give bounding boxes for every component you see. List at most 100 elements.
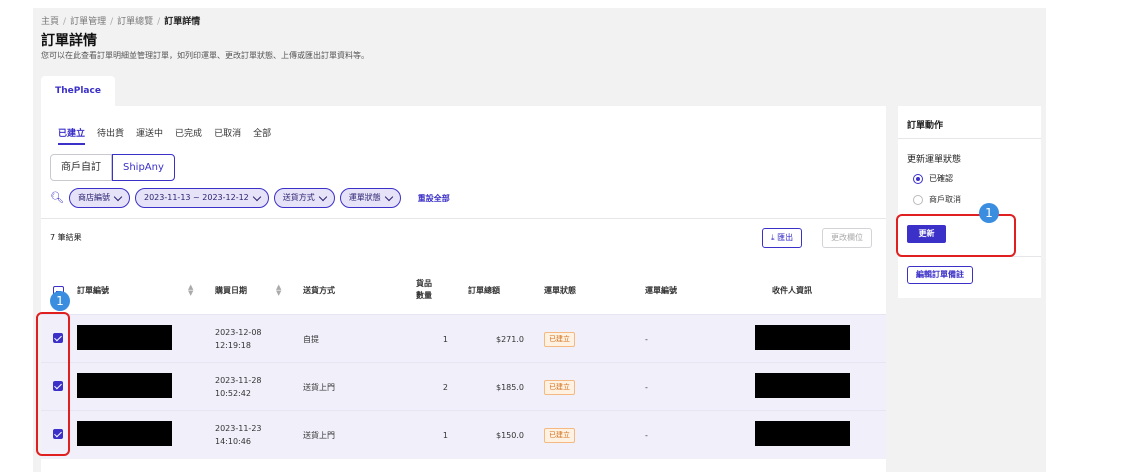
chevron-down-icon xyxy=(252,192,262,201)
breadcrumb-home[interactable]: 主頁 xyxy=(41,14,59,27)
filter-store-id[interactable]: 商店編號 xyxy=(69,188,130,208)
table-row[interactable]: 2023-11-23 14:10:46 送貨上門 1 $150.0 已建立 - xyxy=(41,410,886,459)
page-description: 您可以在此查看訂單明細並管理訂單，如列印運單、更改訂單狀態、上傳或匯出訂單資料等… xyxy=(41,51,369,60)
quantity: 1 xyxy=(442,334,448,344)
filter-waybill-status[interactable]: 運單狀態 xyxy=(339,188,401,208)
annotation-marker: 1 xyxy=(979,203,999,223)
divider xyxy=(898,138,1041,139)
filter-delivery-method[interactable]: 送貨方式 xyxy=(273,188,335,208)
filter-label: 2023-11-13 ~ 2023-12-12 xyxy=(144,193,249,202)
order-actions-panel: 訂單動作 更新運單狀態 已確認 商戶取消 更新 編輯訂單備註 xyxy=(898,106,1041,298)
breadcrumb-separator: / xyxy=(63,17,67,27)
status-tab-completed[interactable]: 已完成 xyxy=(175,126,202,145)
radio-label: 商戶取消 xyxy=(929,195,961,204)
radio-option-merchant-cancel[interactable]: 商戶取消 xyxy=(913,194,961,205)
table-header: 訂單編號 ▲ ▼ 購買日期 ▲ ▼ 送貨方式 貨品數量 訂單總額 運單狀態 運單編號… xyxy=(41,266,886,314)
radio-label: 已確認 xyxy=(929,174,953,183)
table-row[interactable]: 2023-12-08 12:19:18 自提 1 $271.0 已建立 - xyxy=(41,314,886,363)
waybill-number: - xyxy=(645,382,648,392)
reset-filters-link[interactable]: 重設全部 xyxy=(418,193,450,204)
header-waybill-status: 運單狀態 xyxy=(544,285,576,295)
change-columns-button[interactable]: 更改欄位 xyxy=(822,228,872,248)
redacted-recipient-info xyxy=(755,325,850,350)
delivery-method: 送貨上門 xyxy=(303,382,335,392)
filter-label: 運單狀態 xyxy=(348,193,381,202)
breadcrumb: 主頁 / 訂單管理 / 訂單總覽 / 訂單詳情 xyxy=(41,14,200,27)
status-tabs: 已建立 待出貨 運送中 已完成 已取消 全部 xyxy=(58,126,271,145)
update-waybill-status-label: 更新運單狀態 xyxy=(907,155,962,165)
export-label: 匯出 xyxy=(777,233,794,242)
page-title: 訂單詳情 xyxy=(41,33,97,49)
source-toggle: 商戶自訂 ShipAny xyxy=(50,154,175,181)
order-total: $185.0 xyxy=(496,382,524,392)
status-tab-pending[interactable]: 待出貨 xyxy=(97,126,124,145)
header-quantity: 貨品數量 xyxy=(416,279,432,300)
purchase-date-cell: 2023-11-23 14:10:46 xyxy=(215,411,262,459)
download-icon: ⤓ xyxy=(771,233,775,242)
redacted-order-id xyxy=(77,373,172,398)
header-order-id: 訂單編號 xyxy=(77,285,109,295)
redacted-recipient-info xyxy=(755,421,850,446)
source-shipany-button[interactable]: ShipAny xyxy=(112,154,175,181)
status-tab-all[interactable]: 全部 xyxy=(253,126,271,145)
redacted-order-id xyxy=(77,421,172,446)
delivery-method: 自提 xyxy=(303,334,319,344)
chevron-down-icon xyxy=(113,192,123,201)
annotation-marker: 1 xyxy=(50,291,70,311)
divider xyxy=(41,218,886,219)
filter-date-range[interactable]: 2023-11-13 ~ 2023-12-12 xyxy=(135,188,269,208)
order-total: $150.0 xyxy=(496,430,524,440)
purchase-date-cell: 2023-11-28 10:52:42 xyxy=(215,363,262,411)
redacted-order-id xyxy=(77,325,172,350)
filter-label: 送貨方式 xyxy=(282,193,315,202)
status-badge: 已建立 xyxy=(544,427,575,443)
purchase-date: 2023-11-28 xyxy=(215,376,262,385)
waybill-number: - xyxy=(645,430,648,440)
order-actions-title: 訂單動作 xyxy=(907,121,944,131)
purchase-date: 2023-12-08 xyxy=(215,328,262,337)
export-button[interactable]: ⤓ 匯出 xyxy=(762,228,803,248)
breadcrumb-current: 訂單詳情 xyxy=(164,17,201,27)
source-merchant-button[interactable]: 商戶自訂 xyxy=(50,154,112,181)
sort-icon[interactable]: ▲ ▼ xyxy=(276,284,281,297)
quantity: 2 xyxy=(442,382,448,392)
waybill-number: - xyxy=(645,334,648,344)
quantity: 1 xyxy=(442,430,448,440)
breadcrumb-order-overview[interactable]: 訂單總覽 xyxy=(117,14,153,27)
purchase-date-cell: 2023-12-08 12:19:18 xyxy=(215,315,262,363)
breadcrumb-order-management[interactable]: 訂單管理 xyxy=(70,14,106,27)
breadcrumb-separator: / xyxy=(110,17,114,27)
filter-bar: 🔍︎ 商店編號 2023-11-13 ~ 2023-12-12 送貨方式 運單狀… xyxy=(50,188,450,208)
app-window: 主頁 / 訂單管理 / 訂單總覽 / 訂單詳情 訂單詳情 您可以在此查看訂單明細並管理訂單，… xyxy=(33,8,1046,472)
header-order-total: 訂單總額 xyxy=(468,285,500,295)
radio-selected-icon[interactable] xyxy=(913,173,923,184)
radio-unselected-icon[interactable] xyxy=(913,194,923,205)
purchase-time: 14:10:46 xyxy=(215,437,251,446)
header-purchase-date: 購買日期 xyxy=(215,285,247,295)
edit-order-note-button[interactable]: 編輯訂單備註 xyxy=(907,266,973,284)
highlight-box-checkboxes xyxy=(36,312,70,456)
radio-option-confirmed[interactable]: 已確認 xyxy=(913,173,953,184)
status-cell: 已建立 xyxy=(544,411,575,459)
table-row[interactable]: 2023-11-28 10:52:42 送貨上門 2 $185.0 已建立 - xyxy=(41,362,886,411)
filter-label: 商店編號 xyxy=(78,193,110,202)
status-tab-shipping[interactable]: 運送中 xyxy=(136,126,163,145)
status-tab-cancelled[interactable]: 已取消 xyxy=(214,126,241,145)
status-cell: 已建立 xyxy=(544,315,575,363)
chevron-down-icon xyxy=(318,192,328,201)
purchase-date: 2023-11-23 xyxy=(215,424,262,433)
status-badge: 已建立 xyxy=(544,379,575,395)
status-tab-created[interactable]: 已建立 xyxy=(58,126,86,145)
tab-store-theplace[interactable]: ThePlace xyxy=(41,76,115,106)
header-waybill-number: 運單編號 xyxy=(645,285,677,295)
result-count: 7 筆結果 xyxy=(50,233,82,242)
header-recipient-info: 收件人資訊 xyxy=(772,285,812,295)
search-icon[interactable]: 🔍︎ xyxy=(50,191,64,205)
order-total: $271.0 xyxy=(496,334,524,344)
header-delivery-method: 送貨方式 xyxy=(303,285,335,295)
order-list-panel: 已建立 待出貨 運送中 已完成 已取消 全部 商戶自訂 ShipAny 🔍︎ 商… xyxy=(41,106,886,472)
sort-icon[interactable]: ▲ ▼ xyxy=(188,284,193,297)
status-cell: 已建立 xyxy=(544,363,575,411)
purchase-time: 12:19:18 xyxy=(215,341,251,350)
redacted-recipient-info xyxy=(755,373,850,398)
